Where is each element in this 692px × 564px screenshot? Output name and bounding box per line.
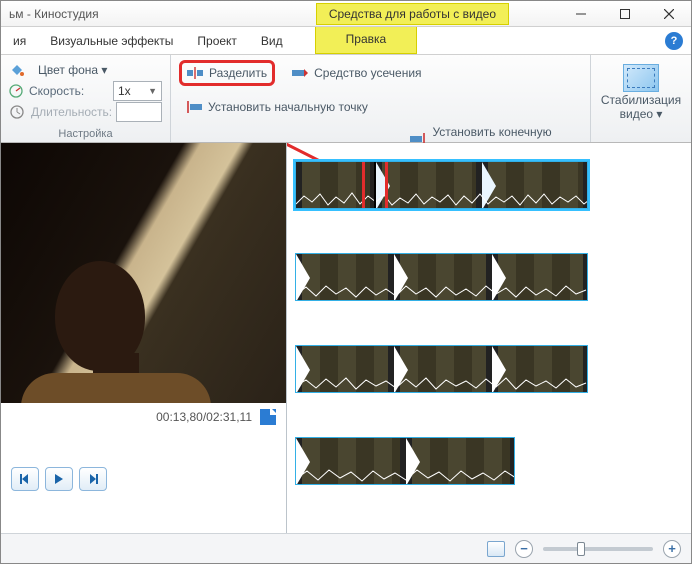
split-icon [187,65,203,81]
trim-icon [292,65,308,81]
zoom-out-button[interactable]: − [515,540,533,558]
timeline-clip[interactable] [295,345,588,393]
background-color-button[interactable]: Цвет фона ▾ [31,60,114,80]
fullscreen-icon[interactable] [260,409,276,425]
minimize-button[interactable] [559,1,603,27]
speed-label: Скорость: [29,84,109,98]
speed-select[interactable]: 1x ▼ [113,81,162,101]
menu-item-project[interactable]: Проект [185,29,249,53]
menu-item-view[interactable]: Вид [249,29,295,53]
split-button[interactable]: Разделить [179,60,275,86]
transport-controls [1,457,286,501]
audio-waveform [296,466,515,484]
bucket-icon [9,62,25,78]
set-start-point-button[interactable]: Установить начальную точку [179,96,375,118]
timeline-clip[interactable] [295,161,588,209]
speedometer-icon [9,83,23,99]
timeline-clip[interactable] [295,253,588,301]
audio-waveform [296,282,588,300]
contextual-tab-label: Средства для работы с видео [329,7,496,21]
speed-value: 1x [118,84,131,98]
play-button[interactable] [45,467,73,491]
ribbon-group-stabilize: Стабилизация видео ▾ [591,55,691,142]
stabilize-button[interactable]: Стабилизация видео ▾ [599,59,683,127]
stabilize-icon [623,64,659,92]
duration-label: Длительность: [31,105,112,119]
close-button[interactable] [647,1,691,27]
contextual-tab-header: Средства для работы с видео [316,3,509,25]
timeline-pane[interactable] [287,143,691,533]
clock-icon [9,104,25,120]
tab-edit[interactable]: Правка [315,27,418,54]
preview-pane: 00:13,80/02:31,11 [1,143,287,533]
window-title: ьм - Киностудия [1,7,99,21]
start-point-icon [186,99,202,115]
ribbon: Цвет фона ▾ Скорость: 1x ▼ Длительность:… [1,55,691,143]
statusbar: − + [1,533,691,563]
zoom-in-button[interactable]: + [663,540,681,558]
timeline-clip[interactable] [295,437,515,485]
app-window: ьм - Киностудия Средства для работы с ви… [0,0,692,564]
help-icon[interactable]: ? [665,32,683,50]
ribbon-group-edit: Разделить Средство усечения Установить н… [171,55,591,142]
zoom-slider[interactable] [543,547,653,551]
chevron-down-icon: ▼ [148,86,157,96]
group-label-settings: Настройка [9,128,162,140]
video-preview[interactable] [1,143,286,403]
thumbnails-view-icon[interactable] [487,541,505,557]
audio-waveform [296,374,588,392]
maximize-button[interactable] [603,1,647,27]
content-area: 00:13,80/02:31,11 [1,143,691,533]
ribbon-group-settings: Цвет фона ▾ Скорость: 1x ▼ Длительность:… [1,55,171,142]
titlebar: ьм - Киностудия Средства для работы с ви… [1,1,691,27]
trim-button[interactable]: Средство усечения [285,62,428,84]
annotation-playhead-highlight [362,161,388,209]
menubar: ия Визуальные эффекты Проект Вид Правка … [1,27,691,55]
menu-item-0[interactable]: ия [1,29,38,53]
zoom-slider-handle[interactable] [577,542,585,556]
previous-frame-button[interactable] [11,467,39,491]
next-frame-button[interactable] [79,467,107,491]
timecode-row: 00:13,80/02:31,11 [1,403,286,431]
preview-frame [1,143,286,403]
menu-item-visual-effects[interactable]: Визуальные эффекты [38,29,185,53]
audio-waveform [296,190,588,208]
duration-input[interactable] [116,102,162,122]
timecode: 00:13,80/02:31,11 [156,410,252,424]
